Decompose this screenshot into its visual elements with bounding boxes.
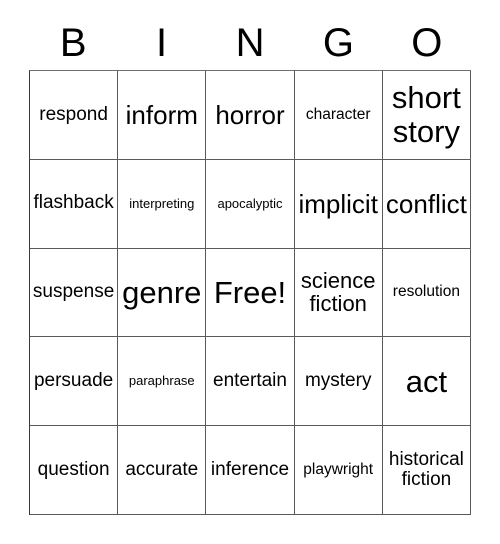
bingo-cell[interactable]: respond (30, 71, 119, 160)
bingo-cell-label: mystery (304, 370, 372, 392)
bingo-header-letter-g: G (322, 21, 354, 65)
bingo-cell-label: suspense (32, 281, 115, 303)
bingo-card: B I N G O respond inform horror characte… (0, 0, 500, 544)
bingo-cell-label: flashback (33, 192, 114, 214)
bingo-cell-label: science fiction (300, 267, 376, 317)
bingo-cell-label: paraphrase (128, 373, 195, 389)
bingo-cell[interactable]: suspense (30, 248, 119, 338)
bingo-cell[interactable]: conflict (382, 159, 471, 249)
bingo-cell[interactable]: inform (118, 71, 207, 160)
bingo-cell-label: historical fiction (388, 448, 464, 491)
bingo-cell[interactable]: flashback (30, 159, 119, 249)
bingo-cell[interactable]: horror (206, 71, 295, 160)
bingo-cell-label: conflict (385, 188, 467, 219)
bingo-cell-label: apocalyptic (217, 195, 283, 211)
bingo-cell[interactable]: accurate (118, 426, 207, 515)
bingo-cell-label: horror (215, 99, 285, 130)
bingo-cell-label: implicit (298, 188, 378, 219)
bingo-cell[interactable]: historical fiction (382, 426, 471, 515)
bingo-cell-label: persuade (33, 370, 114, 392)
bingo-cell[interactable]: act (382, 337, 471, 427)
bingo-cell[interactable]: apocalyptic (206, 159, 295, 249)
bingo-cell-label: character (305, 105, 371, 123)
bingo-cell-label: entertain (213, 370, 287, 392)
bingo-header-letter-i: I (156, 21, 168, 65)
bingo-cell-label: short story (391, 80, 461, 149)
bingo-header-letter-n: N (235, 21, 265, 65)
bingo-cell[interactable]: paraphrase (118, 337, 207, 427)
bingo-cell[interactable]: short story (382, 71, 471, 160)
bingo-cell-label: respond (39, 103, 108, 125)
bingo-cell[interactable]: science fiction (294, 248, 383, 338)
bingo-cell[interactable]: character (294, 71, 383, 160)
bingo-cell[interactable]: entertain (206, 337, 295, 427)
bingo-cell[interactable]: mystery (294, 337, 383, 427)
bingo-cell-label: question (37, 458, 110, 480)
bingo-cell[interactable]: persuade (30, 337, 119, 427)
bingo-cell-label: inform (125, 99, 198, 130)
bingo-cell-label: genre (122, 274, 202, 310)
bingo-cell[interactable]: interpreting (118, 159, 207, 249)
bingo-cell[interactable]: inference (206, 426, 295, 515)
bingo-cell[interactable]: implicit (294, 159, 383, 249)
bingo-header-letter-b: B (59, 21, 87, 65)
bingo-free-space-cell[interactable]: Free! (206, 248, 295, 338)
bingo-cell-label: playwright (303, 460, 374, 478)
bingo-cell[interactable]: playwright (294, 426, 383, 515)
bingo-cell[interactable]: genre (118, 248, 207, 338)
bingo-grid: respond inform horror character short st… (29, 70, 471, 515)
bingo-cell[interactable]: resolution (382, 248, 471, 338)
bingo-cell-label: resolution (392, 283, 460, 301)
bingo-free-space-label: Free! (213, 274, 287, 310)
bingo-cell-label: interpreting (129, 195, 195, 211)
bingo-header-letter-o: O (411, 21, 443, 65)
bingo-header-row: B I N G O (29, 18, 471, 68)
bingo-cell[interactable]: question (30, 426, 119, 515)
bingo-cell-label: act (405, 363, 448, 399)
bingo-cell-label: accurate (125, 458, 199, 480)
bingo-cell-label: inference (210, 458, 290, 480)
